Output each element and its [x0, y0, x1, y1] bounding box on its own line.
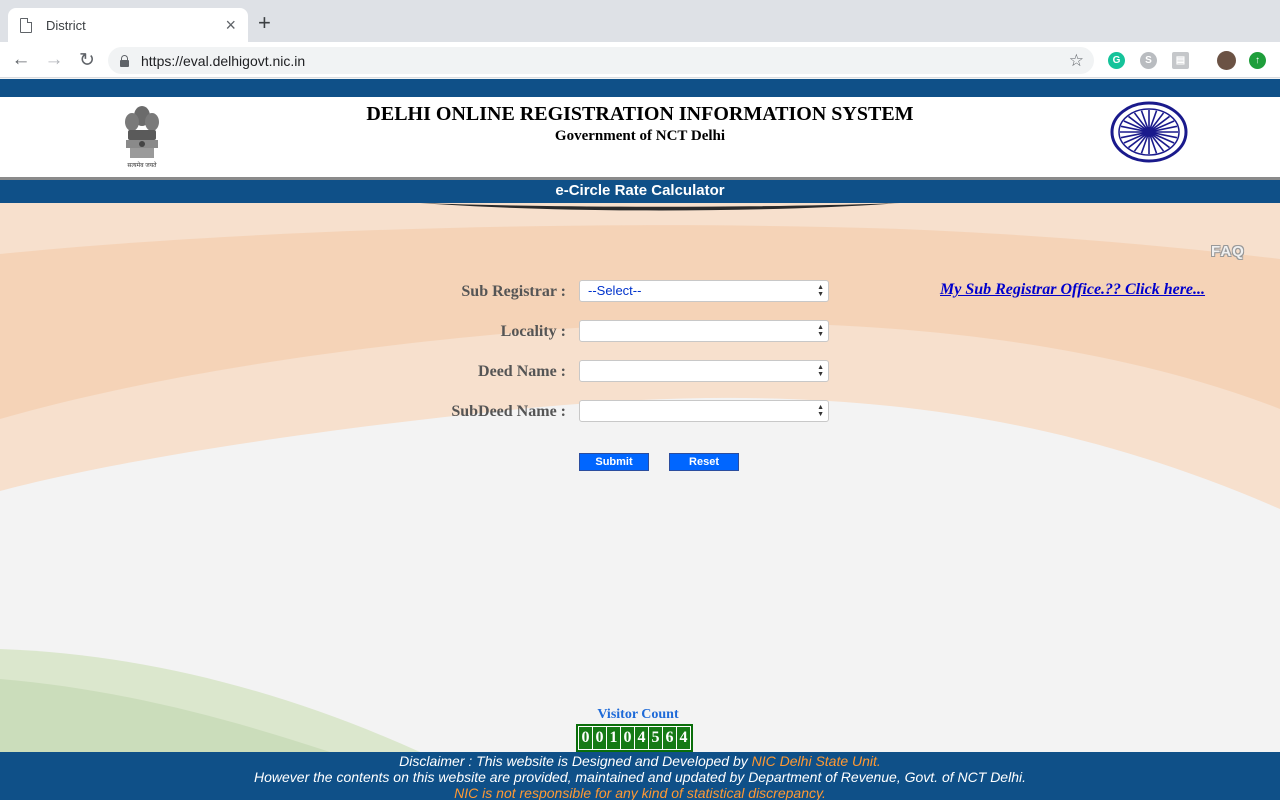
top-banner-stripe — [0, 79, 1280, 97]
counter-digit: 0 — [593, 727, 606, 749]
lock-icon — [120, 55, 129, 67]
nic-unit-text: NIC Delhi State Unit. — [751, 753, 881, 769]
page: सत्यमेव जयते DELHI ONLINE REGISTRATION I… — [0, 79, 1280, 800]
locality-label: Locality : — [500, 323, 566, 340]
visitor-counter: 0 0 1 0 4 5 6 4 — [576, 724, 693, 752]
counter-digit: 0 — [621, 727, 634, 749]
upload-icon[interactable]: ↑ — [1249, 52, 1266, 69]
faq-link[interactable]: FAQ — [1211, 243, 1245, 260]
disclaimer-line-2: However the contents on this website are… — [254, 769, 1026, 785]
my-sub-registrar-office-link[interactable]: My Sub Registrar Office.?? Click here... — [940, 281, 1205, 299]
close-icon[interactable]: × — [225, 16, 236, 34]
system-title: DELHI ONLINE REGISTRATION INFORMATION SY… — [366, 103, 914, 125]
site-header: सत्यमेव जयते DELHI ONLINE REGISTRATION I… — [0, 97, 1280, 177]
counter-digit: 0 — [579, 727, 592, 749]
skype-icon[interactable]: S — [1140, 52, 1157, 69]
new-tab-button[interactable]: + — [258, 12, 271, 34]
url-text[interactable]: https://eval.delhigovt.nic.in — [141, 53, 1069, 69]
locality-select[interactable]: ▲ ▼ — [579, 320, 829, 342]
back-button[interactable]: ← — [9, 48, 33, 72]
disclaimer-line-3: NIC is not responsible for any kind of s… — [454, 785, 826, 800]
reset-button[interactable]: Reset — [669, 453, 739, 471]
document-icon — [20, 17, 32, 33]
system-subtitle: Government of NCT Delhi — [554, 128, 726, 144]
submit-button[interactable]: Submit — [579, 453, 649, 471]
deed-name-select[interactable]: ▲ ▼ — [579, 360, 829, 382]
grammarly-icon[interactable]: G — [1108, 52, 1125, 69]
emblem-motto: सत्यमेव जयते — [127, 163, 157, 169]
subdeed-name-select[interactable]: ▲ ▼ — [579, 400, 829, 422]
reload-button[interactable]: ↻ — [75, 48, 99, 72]
select-arrows-icon: ▲ ▼ — [817, 364, 824, 378]
select-arrows-icon: ▲ ▼ — [817, 404, 824, 418]
browser-toolbar: ← → ↻ https://eval.delhigovt.nic.in ☆ G … — [0, 42, 1280, 78]
avatar-icon[interactable] — [1217, 51, 1236, 70]
disclaimer-footer: Disclaimer : This website is Designed an… — [0, 752, 1280, 800]
calculator-title-bar: e-Circle Rate Calculator — [0, 177, 1280, 203]
tab-title: District — [46, 17, 86, 33]
reader-icon[interactable]: ▤ — [1172, 52, 1189, 69]
upload-glyph: ↑ — [1255, 55, 1260, 66]
sub-registrar-select[interactable]: --Select-- ▲ ▼ — [579, 280, 829, 302]
counter-digit: 1 — [607, 727, 620, 749]
select-arrows-icon: ▲ ▼ — [817, 284, 824, 298]
address-bar[interactable]: https://eval.delhigovt.nic.in ☆ — [108, 47, 1094, 74]
sub-registrar-label: Sub Registrar : — [461, 283, 566, 300]
deed-name-label: Deed Name : — [478, 363, 566, 380]
skype-glyph: S — [1145, 55, 1152, 66]
browser-tab[interactable]: District × — [8, 8, 248, 42]
disclaimer-line-1: Disclaimer : This website is Designed an… — [0, 753, 1280, 769]
grammarly-glyph: G — [1112, 55, 1121, 66]
forward-button[interactable]: → — [42, 48, 66, 72]
visitor-count-label: Visitor Count — [597, 707, 679, 722]
reader-glyph: ▤ — [1175, 55, 1186, 66]
bookmark-star-icon[interactable]: ☆ — [1069, 51, 1084, 71]
disclaimer-prefix: Disclaimer : This website is Designed an… — [399, 753, 752, 769]
counter-digit: 4 — [677, 727, 690, 749]
browser-tab-strip: District × + — [0, 0, 1280, 42]
sub-registrar-value: --Select-- — [588, 283, 642, 298]
calculator-title: e-Circle Rate Calculator — [555, 182, 725, 199]
counter-digit: 4 — [635, 727, 648, 749]
ashoka-chakra-icon — [1110, 101, 1188, 163]
subdeed-name-label: SubDeed Name : — [451, 403, 566, 420]
counter-digit: 6 — [663, 727, 676, 749]
select-arrows-icon: ▲ ▼ — [817, 324, 824, 338]
counter-digit: 5 — [649, 727, 662, 749]
